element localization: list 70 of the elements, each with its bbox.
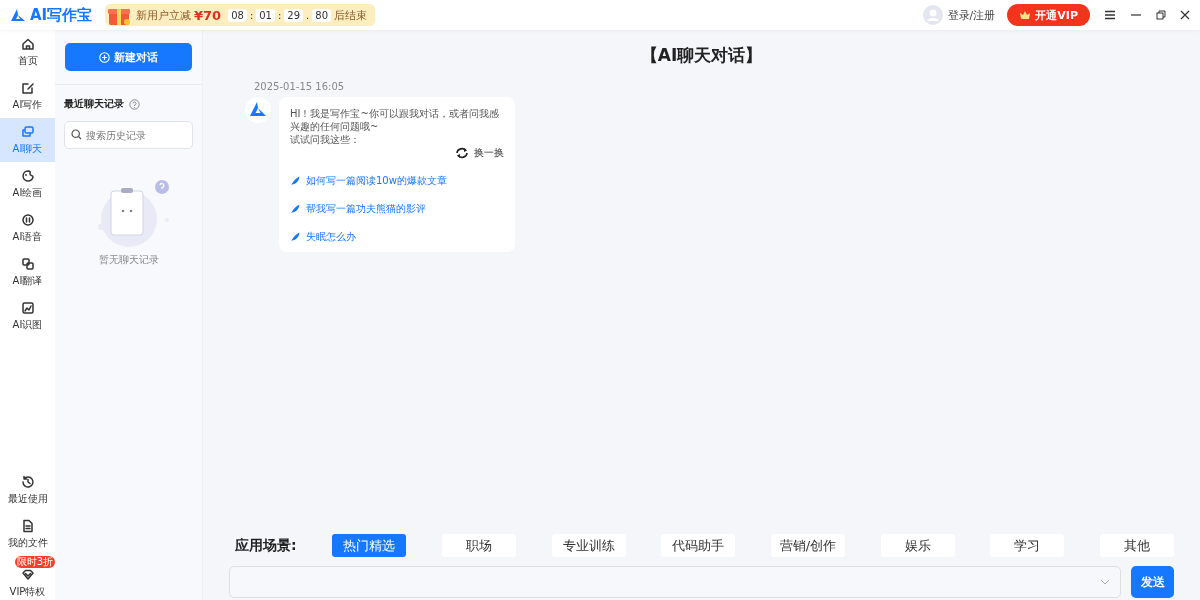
timer-digits: 80 <box>312 8 331 22</box>
logo-icon <box>10 8 26 22</box>
bot-avatar-icon <box>245 97 271 123</box>
feather-icon <box>290 232 300 242</box>
search-field[interactable]: 搜索历史记录 <box>64 121 193 149</box>
suggestion-link[interactable]: 失眠怎么办 <box>290 230 504 244</box>
chevron-down-icon[interactable] <box>1100 579 1110 585</box>
palette-icon <box>20 168 35 183</box>
timer-separator: : <box>249 9 254 21</box>
empty-state-text: 暂无聊天记录 <box>98 253 159 267</box>
discount-badge: 限时3折 <box>14 556 55 568</box>
history-icon <box>20 474 35 489</box>
scenario-tab[interactable]: 热门精选 <box>332 534 407 557</box>
timer-separator: . <box>306 9 310 21</box>
nav-item[interactable]: 我的文件 <box>0 512 55 556</box>
promo-suffix: 后结束 <box>334 7 367 23</box>
nav-item[interactable]: 最近使用 <box>0 468 55 512</box>
login-link[interactable]: 登录/注册 <box>947 7 996 23</box>
refresh-icon <box>455 147 469 159</box>
nav-item[interactable]: 首页 <box>0 30 55 74</box>
scenario-tab[interactable]: 营销/创作 <box>770 534 845 557</box>
nav-item[interactable]: VIP特权 <box>0 568 55 600</box>
help-icon[interactable] <box>129 98 140 110</box>
promo-banner[interactable]: 新用户立减 ¥70 08 : 01 : 29 . 80 后结束 <box>105 4 375 26</box>
scenario-tab[interactable]: 代码助手 <box>661 534 736 557</box>
message-timestamp: 2025-01-15 16:05 <box>254 81 346 92</box>
message-text: HI！我是写作宝~你可以跟我对话，或者问我感兴趣的任何问题哦~ <box>290 107 500 133</box>
scenario-tab[interactable]: 娱乐 <box>880 534 955 557</box>
promo-text: 新用户立减 <box>136 7 191 23</box>
restore-icon[interactable] <box>1156 10 1166 20</box>
send-button[interactable]: 发送 <box>1131 566 1174 598</box>
plus-circle-icon <box>99 51 110 63</box>
section-title: 最近聊天记录 <box>64 97 124 111</box>
close-icon[interactable] <box>1180 10 1190 20</box>
nav-item[interactable]: AI翻译 <box>0 250 55 294</box>
scenario-tab[interactable]: 职场 <box>441 534 516 557</box>
scenario-tab[interactable]: 专业训练 <box>551 534 626 557</box>
nav-item[interactable]: AI语音 <box>0 206 55 250</box>
scenario-tab[interactable]: 其他 <box>1100 534 1174 557</box>
nav-item[interactable]: AI绘画 <box>0 162 55 206</box>
suggestion-link[interactable]: 如何写一篇阅读10w的爆款文章 <box>290 174 504 188</box>
feather-icon <box>290 176 300 186</box>
home-icon <box>20 36 35 51</box>
vip-button[interactable]: 开通VIP <box>1007 4 1090 26</box>
menu-icon[interactable] <box>1104 10 1116 20</box>
edit-icon <box>20 80 35 95</box>
page-title: 【AI聊天对话】 <box>639 44 764 67</box>
promo-amount: ¥70 <box>194 7 222 23</box>
avatar-icon <box>922 5 943 25</box>
chat-icon <box>20 124 35 139</box>
timer-digits: 01 <box>256 8 275 22</box>
diamond-icon <box>20 568 35 582</box>
timer-digits: 29 <box>284 8 304 22</box>
feather-icon <box>290 204 300 214</box>
new-chat-button[interactable]: 新建对话 <box>65 43 192 71</box>
message-text: 试试问我这些： <box>290 133 361 146</box>
nav-item[interactable]: AI写作 <box>0 74 55 118</box>
timer-digits: 08 <box>228 8 247 22</box>
search-icon <box>71 129 82 140</box>
file-icon <box>20 518 35 533</box>
message-input[interactable] <box>229 566 1121 598</box>
crown-icon <box>1019 10 1032 20</box>
nav-item[interactable]: AI识图 <box>0 294 55 338</box>
scenario-tab[interactable]: 学习 <box>990 534 1065 557</box>
suggestion-link[interactable]: 帮我写一篇功夫熊猫的影评 <box>290 202 504 216</box>
translate-icon <box>20 256 35 271</box>
scenario-label: 应用场景: <box>235 536 297 555</box>
refresh-link[interactable]: 换一换 <box>455 146 504 160</box>
timer-separator: : <box>278 9 282 21</box>
app-logo: AI写作宝 <box>30 5 93 25</box>
